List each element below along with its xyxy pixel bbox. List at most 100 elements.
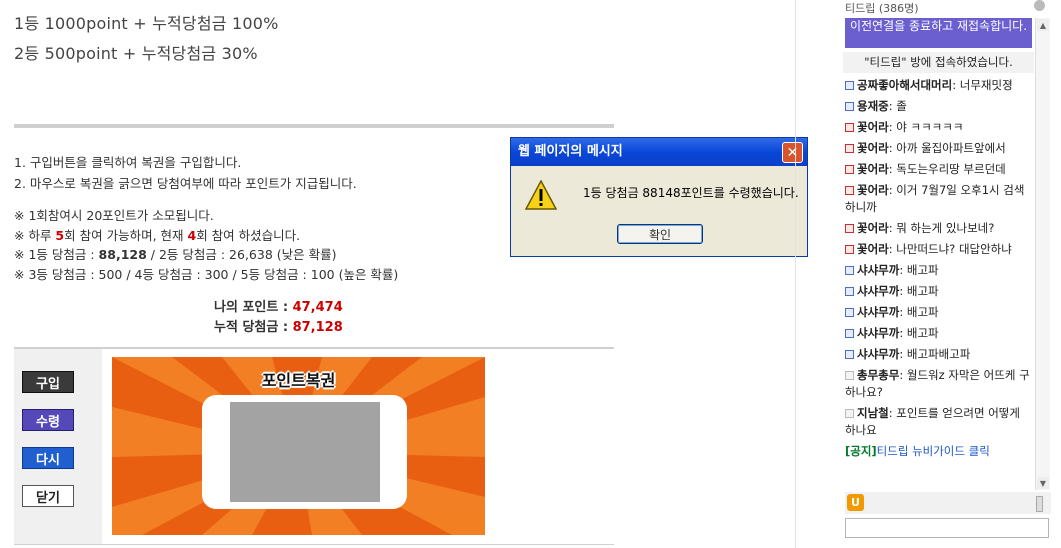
rule-r1-label: ※ 1등 당첨금 : — [14, 247, 99, 262]
chat-message: 꽃어라: 나만떠드냐? 대답안하냐 — [845, 241, 1032, 258]
rule-limit-current: 4 — [187, 228, 197, 243]
user-level-icon — [845, 409, 854, 418]
chat-message: 꽃어라: 야 ㅋㅋㅋㅋㅋ — [845, 119, 1032, 136]
chat-room-title: 티드립 (386명) — [845, 2, 919, 15]
chat-message: 샤샤무까: 배고파 — [845, 304, 1032, 321]
chat-message: 지남철: 포인트를 얻으려면 어떻게 하나요 — [845, 405, 1032, 439]
chat-messages: "티드립" 방에 접속하였습니다. 공짜좋아해서대머리: 너무재밋졍용재중: 졸… — [843, 52, 1034, 464]
chat-message: 용재중: 졸 — [845, 98, 1032, 115]
message-dialog: 웹 페이지의 메시지 ✕ 1등 당첨금 88148포인트를 수령했습니다. 확인 — [510, 137, 808, 257]
divider — [14, 124, 614, 128]
rule-prize-1-2: ※ 1등 당첨금 : 88,128 / 2등 당첨금 : 26,638 (낮은 … — [14, 244, 336, 263]
chat-text: : 배고파배고파 — [899, 347, 971, 361]
chat-text: : 배고파 — [899, 263, 939, 277]
resize-handle[interactable] — [1036, 496, 1043, 512]
accumulated-prize-label: 누적 당첨금 : — [214, 320, 293, 335]
prize-second: 2등 500point + 누적당첨금 30% — [14, 44, 258, 63]
user-level-icon — [845, 371, 854, 380]
rule-cost: ※ 1회참여시 20포인트가 소모됩니다. — [14, 208, 214, 223]
ok-button[interactable]: 확인 — [617, 224, 703, 244]
user-level-icon — [845, 102, 854, 111]
chat-nickname[interactable]: 샤샤무까 — [857, 284, 899, 298]
chat-nickname[interactable]: 꽃어라 — [857, 120, 889, 134]
rule-limit-count: 5 — [55, 228, 65, 243]
lottery-title: 포인트복권 — [261, 371, 336, 390]
user-level-icon — [845, 350, 854, 359]
chat-message: 샤샤무까: 배고파 — [845, 283, 1032, 300]
chat-text: : 뭐 하는게 있나보네? — [888, 221, 995, 235]
system-message: "티드립" 방에 접속하였습니다. — [843, 52, 1034, 73]
rule-limit-mid: 회 참여 가능하며, 현재 — [64, 228, 188, 243]
chat-text: : 야 ㅋㅋㅋㅋㅋ — [888, 120, 964, 134]
chat-message: 꽃어라: 이거 7월7일 오후1시 검색하니까 — [845, 182, 1032, 216]
chat-text: : 너무재밋졍 — [952, 78, 1013, 92]
chat-input[interactable] — [845, 518, 1049, 538]
chat-nickname[interactable]: 샤샤무까 — [857, 305, 899, 319]
chat-nickname[interactable]: 샤샤무까 — [857, 326, 899, 340]
user-level-icon — [845, 186, 854, 195]
warning-icon — [525, 180, 557, 210]
user-level-icon — [845, 329, 854, 338]
receive-button[interactable]: 수령 — [22, 409, 74, 431]
again-button[interactable]: 다시 — [22, 447, 74, 469]
chat-nickname[interactable]: 샤샤무까 — [857, 263, 899, 277]
button-panel: 구입 수령 다시 닫기 — [14, 349, 102, 545]
chat-nickname[interactable]: 꽃어라 — [857, 242, 889, 256]
chat-nickname[interactable]: 공짜좋아해서대머리 — [857, 78, 952, 92]
accumulated-prize: 누적 당첨금 : 87,128 — [214, 316, 343, 335]
chat-text: : 독도는우리땅 부르던데 — [888, 162, 1006, 176]
close-icon[interactable]: ✕ — [782, 142, 803, 163]
scratch-area[interactable] — [230, 402, 380, 502]
notice-link[interactable]: 티드립 뉴비가이드 클릭 — [877, 444, 990, 458]
user-level-icon — [845, 224, 854, 233]
user-level-icon — [845, 165, 854, 174]
chat-text: : 아까 울집아파트앞에서 — [888, 141, 1006, 155]
reconnect-banner[interactable]: 이전연결을 종료하고 재접속합니다. — [845, 18, 1032, 48]
chat-panel: 티드립 (386명) 이전연결을 종료하고 재접속합니다. "티드립" 방에 접… — [843, 0, 1061, 548]
chat-scrollbar[interactable]: ▲ ▼ — [1035, 18, 1050, 490]
divider — [14, 544, 614, 545]
chat-toolbar: U — [845, 492, 1051, 514]
chat-text: : 나만떠드냐? 대답안하냐 — [888, 242, 1012, 256]
my-points-label: 나의 포인트 : — [214, 300, 293, 315]
chat-nickname[interactable]: 지남철 — [857, 406, 889, 420]
chat-message: 샤샤무까: 배고파배고파 — [845, 346, 1032, 363]
rule-limit-post: 회 참여 하셨습니다. — [196, 228, 301, 243]
user-level-icon — [845, 308, 854, 317]
scroll-up-icon[interactable]: ▲ — [1037, 19, 1049, 31]
prize-first: 1등 1000point + 누적당첨금 100% — [14, 14, 279, 33]
accumulated-prize-value: 87,128 — [292, 320, 343, 335]
chat-nickname[interactable]: 총무총무 — [857, 368, 899, 382]
chat-text: : 배고파 — [899, 284, 939, 298]
emoticon-icon[interactable]: U — [847, 494, 864, 511]
chat-message: 꽃어라: 아까 울집아파트앞에서 — [845, 140, 1032, 157]
chat-nickname[interactable]: 꽃어라 — [857, 183, 889, 197]
scroll-down-icon[interactable]: ▼ — [1037, 477, 1049, 489]
close-button[interactable]: 닫기 — [22, 485, 74, 507]
buy-button[interactable]: 구입 — [22, 371, 74, 393]
chat-message: 공짜좋아해서대머리: 너무재밋졍 — [845, 77, 1032, 94]
user-level-icon — [845, 266, 854, 275]
chat-text: : 졸 — [888, 99, 907, 113]
chat-nickname[interactable]: 용재중 — [857, 99, 889, 113]
rule-limit: ※ 하루 5회 참여 가능하며, 현재 4회 참여 하셨습니다. — [14, 225, 300, 244]
chat-text: : 배고파 — [899, 326, 939, 340]
dialog-message: 1등 당첨금 88148포인트를 수령했습니다. — [583, 186, 799, 200]
chat-nickname[interactable]: 샤샤무까 — [857, 347, 899, 361]
chat-nickname[interactable]: 꽃어라 — [857, 221, 889, 235]
chat-nickname[interactable]: 꽃어라 — [857, 162, 889, 176]
my-points: 나의 포인트 : 47,474 — [214, 296, 343, 315]
user-level-icon — [845, 287, 854, 296]
chat-message: 꽃어라: 뭐 하는게 있나보네? — [845, 220, 1032, 237]
chat-nickname[interactable]: 꽃어라 — [857, 141, 889, 155]
notice-message[interactable]: [공지]티드립 뉴비가이드 클릭 — [845, 443, 1032, 460]
user-level-icon — [845, 245, 854, 254]
settings-icon[interactable] — [1034, 0, 1045, 11]
chat-message: 샤샤무까: 배고파 — [845, 262, 1032, 279]
my-points-value: 47,474 — [292, 300, 343, 315]
rule-r1-rest: / 2등 당첨금 : 26,638 (낮은 확률) — [146, 247, 337, 262]
chat-message: 꽃어라: 독도는우리땅 부르던데 — [845, 161, 1032, 178]
instruction-2: 2. 마우스로 복권을 긁으면 당첨여부에 따라 포인트가 지급됩니다. — [14, 176, 357, 191]
rule-r1-value: 88,128 — [98, 247, 147, 262]
instruction-1: 1. 구입버튼을 클릭하여 복권을 구입합니다. — [14, 155, 242, 170]
